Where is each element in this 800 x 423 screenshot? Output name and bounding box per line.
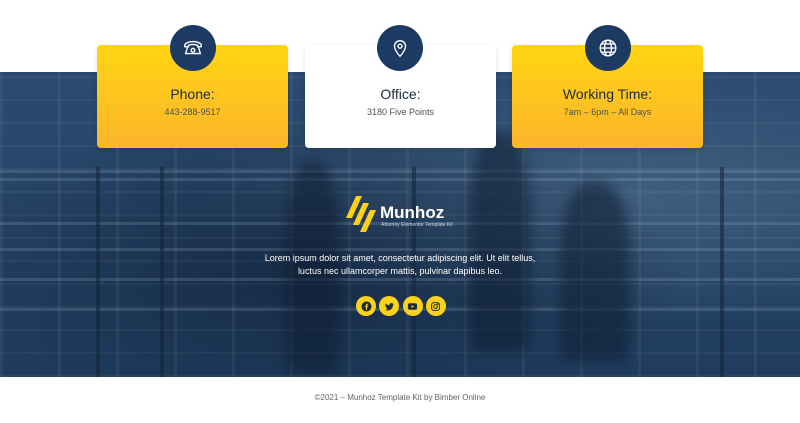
office-card-value: 3180 Five Points (366, 107, 435, 117)
location-pin-icon (377, 25, 423, 71)
copyright-text: ©2021 – Munhoz Template Kit by Bimber On… (314, 393, 486, 402)
phone-card-value: 443-288-9517 (164, 107, 221, 117)
munhoz-logo-icon (346, 196, 376, 232)
twitter-icon[interactable] (379, 296, 400, 316)
youtube-icon[interactable] (402, 296, 423, 316)
globe-icon (585, 25, 631, 71)
phone-icon (170, 25, 216, 71)
instagram-icon[interactable] (425, 296, 446, 316)
working-time-card-value: 7am – 6pm – All Days (563, 107, 652, 117)
office-card-title: Office: (380, 86, 421, 102)
social-links (356, 296, 446, 316)
working-time-card-title: Working Time: (562, 86, 653, 102)
footer-section: Phone: 443-288-9517 Office: 3180 Five Po… (0, 0, 800, 423)
logo-name: Munhoz (380, 203, 445, 222)
facebook-icon[interactable] (356, 296, 376, 316)
munhoz-logo[interactable]: Munhoz Attorney Elementor Template Kit (346, 196, 456, 232)
phone-card-title: Phone: (170, 86, 215, 102)
logo-tagline: Attorney Elementor Template Kit (381, 222, 453, 228)
footer-description: Lorem ipsum dolor sit amet, consectetur … (264, 253, 536, 276)
